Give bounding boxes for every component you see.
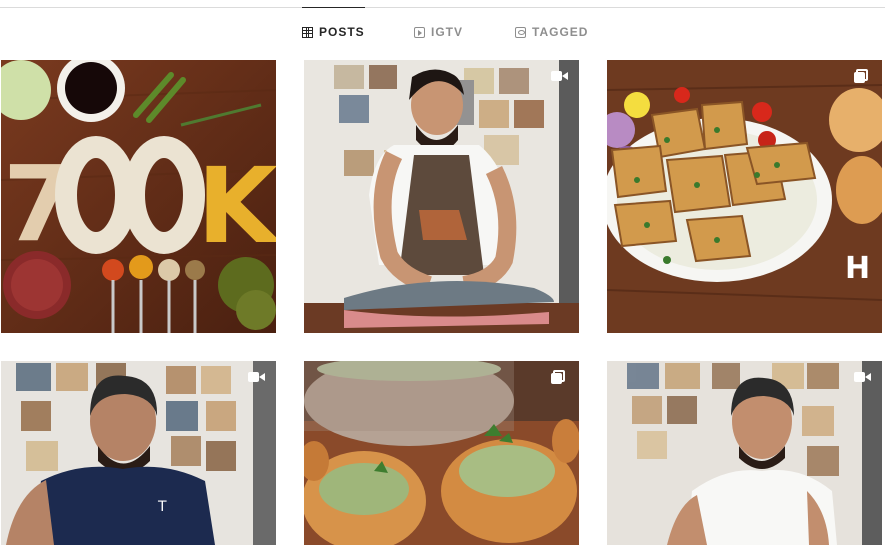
tab-posts-label: POSTS: [319, 25, 365, 39]
post-thumbnail-chef-navy[interactable]: T: [1, 361, 276, 545]
post-image: [607, 361, 882, 545]
post-image: H: [607, 60, 882, 333]
post-image: T: [1, 361, 276, 545]
video-icon: [551, 69, 569, 83]
tab-igtv-label: IGTV: [431, 25, 464, 39]
post-thumbnail-chef-fish[interactable]: [304, 60, 579, 333]
post-image: [304, 60, 579, 333]
grid-icon: [302, 26, 313, 38]
carousel-icon: [854, 69, 872, 83]
tab-tagged-label: TAGGED: [532, 25, 589, 39]
post-thumbnail-700k[interactable]: 7 K: [1, 60, 276, 333]
post-overlay-text: H: [845, 251, 870, 286]
video-icon: [248, 370, 266, 384]
igtv-icon: [414, 26, 425, 38]
post-image: [304, 361, 579, 545]
post-image: 7 K: [1, 60, 276, 333]
carousel-icon: [551, 370, 569, 384]
tab-posts[interactable]: POSTS: [302, 7, 365, 56]
svg-text:K: K: [197, 145, 276, 267]
post-thumbnail-chef-white[interactable]: [607, 361, 882, 545]
tagged-icon: [515, 26, 526, 38]
video-icon: [854, 370, 872, 384]
profile-tabs: POSTS IGTV TAGGED: [0, 7, 885, 56]
post-thumbnail-bread-bowl-soup[interactable]: [304, 361, 579, 545]
shirt-logo-text: T: [157, 499, 167, 515]
post-thumbnail-fish-fillets[interactable]: H: [607, 60, 882, 333]
tab-igtv[interactable]: IGTV: [414, 8, 463, 56]
tab-tagged[interactable]: TAGGED: [515, 8, 588, 56]
